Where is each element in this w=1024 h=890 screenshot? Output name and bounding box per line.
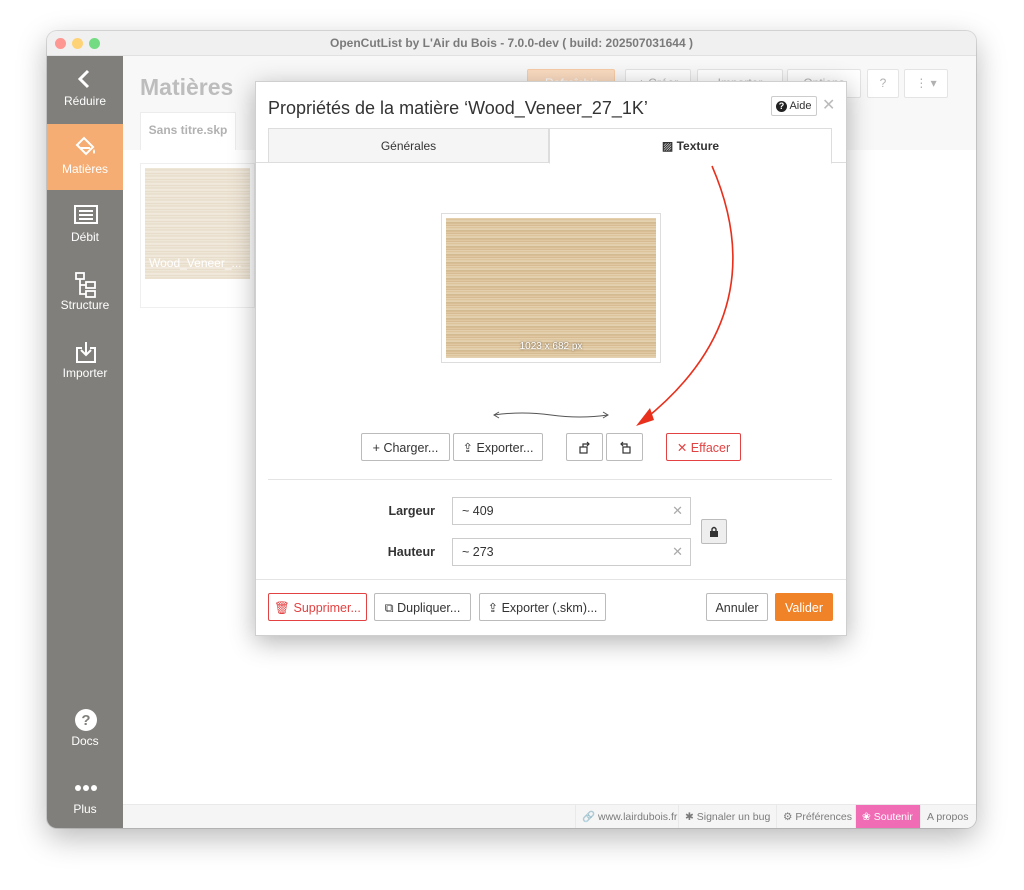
export-texture-button[interactable]: ⇪ Exporter...	[453, 433, 543, 461]
width-value: ~ 409	[462, 504, 494, 518]
validate-button[interactable]: Valider	[775, 593, 833, 621]
close-icon: ✕	[676, 441, 688, 455]
export-label: Exporter...	[476, 441, 534, 455]
rotate-left-icon	[578, 441, 590, 454]
export-icon: ⇪	[462, 441, 473, 455]
height-label: Hauteur	[387, 545, 435, 559]
copy-icon: ⧉	[384, 601, 394, 615]
export-skm-label: Exporter (.skm)...	[501, 601, 598, 615]
tab-general[interactable]: Générales	[268, 128, 549, 163]
rotate-left-button[interactable]	[566, 433, 603, 461]
lock-icon	[710, 526, 718, 537]
duplicate-label: Dupliquer...	[397, 601, 461, 615]
delete-label: Supprimer...	[293, 601, 361, 615]
texture-icon: ▨	[661, 139, 674, 153]
clear-width-icon[interactable]: ✕	[672, 498, 683, 524]
annotation-arrow	[636, 165, 734, 426]
dialog-title: Propriétés de la matière ‘Wood_Veneer_27…	[268, 98, 648, 118]
clear-height-icon[interactable]: ✕	[672, 539, 683, 565]
lock-ratio-button[interactable]	[701, 519, 727, 544]
cancel-button[interactable]: Annuler	[706, 593, 768, 621]
section-divider	[268, 479, 832, 480]
export-skm-button[interactable]: ⇪ Exporter (.skm)...	[479, 593, 606, 621]
help-label: Aide	[789, 100, 812, 112]
height-input[interactable]: ~ 273 ✕	[452, 538, 691, 566]
material-properties-dialog: Propriétés de la matière ‘Wood_Veneer_27…	[255, 81, 847, 636]
width-label: Largeur	[388, 504, 435, 518]
footer-divider	[256, 579, 846, 580]
plus-icon: +	[372, 441, 380, 455]
delete-button[interactable]: 🗑 Supprimer...	[268, 593, 367, 621]
trash-icon: 🗑	[274, 601, 290, 615]
load-label: Charger...	[383, 441, 439, 455]
height-value: ~ 273	[462, 545, 494, 559]
clear-label: Effacer	[690, 441, 731, 455]
close-icon[interactable]: ✕	[822, 95, 835, 115]
clear-texture-button[interactable]: ✕ Effacer	[666, 433, 741, 461]
export-icon: ⇪	[487, 601, 499, 615]
tab-texture[interactable]: ▨ Texture	[549, 128, 832, 164]
rotate-right-icon	[619, 441, 631, 454]
load-button[interactable]: + Charger...	[361, 433, 450, 461]
width-dimension-indicator	[493, 411, 609, 419]
help-button[interactable]: ? Aide	[771, 96, 818, 116]
duplicate-button[interactable]: ⧉ Dupliquer...	[374, 593, 471, 621]
texture-image	[446, 218, 656, 358]
tab-texture-label: Texture	[676, 139, 720, 153]
width-input[interactable]: ~ 409 ✕	[452, 497, 691, 525]
help-icon: ?	[776, 101, 787, 112]
rotate-right-button[interactable]	[606, 433, 643, 461]
